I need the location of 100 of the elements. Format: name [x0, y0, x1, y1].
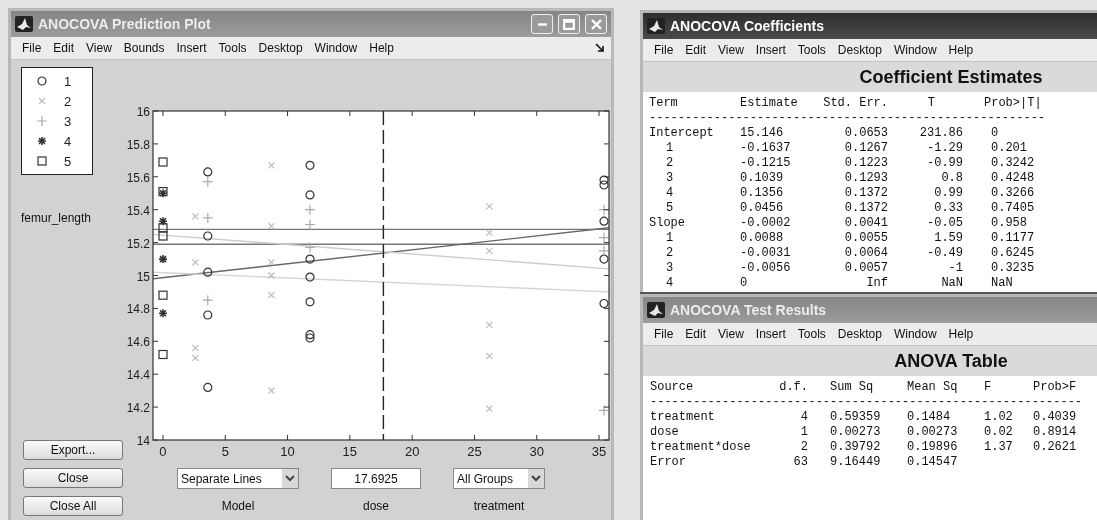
tick-label: 10 [280, 444, 295, 459]
caret-icon [282, 469, 298, 488]
table-cell-text: 15.146 [740, 126, 785, 141]
table-cell-text: 0.1177 [990, 231, 1036, 246]
menu-item[interactable]: Window [888, 326, 942, 342]
tick-label: 0 [159, 444, 167, 459]
column-header: T [926, 96, 936, 111]
menu-item[interactable]: Insert [750, 326, 791, 342]
control-label: treatment [473, 499, 525, 513]
menu-item[interactable]: Window [309, 40, 363, 56]
menu-item[interactable]: Tools [213, 40, 252, 56]
separator-line: ------------------------------------------------------- [649, 111, 1047, 126]
table-cell-text: 0.02 [984, 425, 1014, 440]
column-header: Prob>F [1033, 380, 1078, 395]
data-point [203, 267, 213, 277]
table-cell-text: 2 [799, 440, 808, 455]
menu-item[interactable]: Insert [171, 40, 212, 56]
menu-item[interactable]: Help [943, 42, 979, 58]
table-cell-text: 0.00273 [907, 425, 959, 440]
action-button[interactable]: Close [23, 468, 123, 488]
action-button[interactable]: Export... [23, 440, 123, 460]
table-cell-text: 0.1293 [843, 171, 888, 186]
table-cell-text: 4 [799, 410, 808, 425]
tick-label: 15.8 [126, 137, 150, 152]
data-point [485, 352, 493, 360]
table-cell-text: treatment [650, 410, 716, 425]
action-button[interactable]: Close All [23, 496, 123, 516]
data-point [158, 349, 168, 360]
menu-item[interactable]: Tools [792, 326, 831, 342]
data-point [191, 344, 199, 352]
tick-label: 35 [591, 444, 607, 459]
menu-item[interactable]: View [81, 40, 117, 56]
control-label: Model [221, 499, 255, 513]
table-cell-text: 0.0653 [843, 126, 888, 141]
table-cell-text: 0.1267 [843, 141, 888, 156]
menu-item[interactable]: Help [943, 326, 979, 342]
menu-item[interactable]: Edit [48, 40, 80, 56]
data-point [599, 180, 609, 190]
separator-line: ------------------------------------------------------------ [650, 395, 1084, 410]
tick-label: 15 [136, 269, 150, 284]
dropdown[interactable]: All Groups [453, 468, 545, 489]
menu-item[interactable]: File [17, 40, 47, 56]
table-cell-text: 1 [799, 425, 808, 440]
menu-item[interactable]: View [713, 42, 749, 58]
column-header: Std. Err. [823, 96, 888, 111]
data-point [158, 223, 168, 233]
caret-icon [528, 469, 544, 488]
legend-label: 5 [64, 153, 72, 169]
table-cell-text: 0.0456 [740, 201, 785, 216]
menu-item[interactable]: Desktop [832, 42, 887, 58]
menu-item[interactable]: Help [364, 40, 399, 56]
menu-item[interactable]: Edit [680, 42, 712, 58]
app-icon [15, 16, 33, 32]
data-point [267, 222, 275, 230]
table-cell-text: 1.37 [984, 440, 1014, 455]
table-cell-text: 0.14547 [907, 455, 959, 470]
table-cell-text: Intercept [649, 126, 715, 141]
menu-item[interactable]: Bounds [118, 40, 170, 56]
table-cell-text: 63 [792, 455, 808, 470]
menu-item[interactable]: Edit [680, 326, 712, 342]
menu-item[interactable]: Tools [792, 42, 831, 58]
minimize-button[interactable] [531, 14, 553, 34]
dose-field[interactable]: 17.6925 [331, 468, 421, 489]
menu-item[interactable]: Desktop [832, 326, 887, 342]
table-cell-text: 3 [665, 261, 675, 276]
table-cell-text: 0.39792 [829, 440, 882, 455]
window-title: ANOCOVA Test Results [670, 302, 827, 318]
table-cell-text: -1.29 [926, 141, 963, 156]
data-point [485, 405, 493, 413]
column-header: d.f. [778, 380, 808, 395]
arrow-icon[interactable] [595, 43, 605, 53]
menu-item[interactable]: File [649, 42, 679, 58]
close-button[interactable] [585, 14, 607, 34]
menu-item[interactable]: Window [888, 42, 942, 58]
table-cell-text: 0.4248 [990, 171, 1036, 186]
tick-label: 14.2 [126, 401, 150, 416]
data-point [267, 387, 275, 395]
table-cell-text: 0.7405 [990, 201, 1036, 216]
table-cell-text: 0.33 [933, 201, 963, 216]
close-icon [590, 18, 602, 30]
menu-item[interactable]: Insert [750, 42, 791, 58]
data-point [158, 290, 168, 300]
dropdown[interactable]: Separate Lines [177, 468, 299, 489]
axis-label: femur_length [21, 211, 93, 225]
data-point [267, 271, 275, 280]
table-cell-text: 3 [665, 171, 675, 186]
maximize-button[interactable] [558, 14, 580, 34]
menu-item[interactable]: View [713, 326, 749, 342]
table-cell-text: 0.958 [990, 216, 1028, 231]
tick-label: 16 [136, 105, 150, 119]
legend-label: 1 [64, 73, 72, 89]
table-cell-text: 0 [740, 276, 749, 291]
maximize-icon [563, 18, 575, 30]
table-cell-text: 0.1484 [907, 410, 952, 425]
legend-label: 2 [64, 93, 72, 109]
menu-item[interactable]: Desktop [253, 40, 308, 56]
data-point [304, 218, 316, 231]
menu-item[interactable]: File [649, 326, 679, 342]
table-cell-text: -0.05 [926, 216, 963, 231]
window-title: ANOCOVA Prediction Plot [38, 16, 211, 32]
